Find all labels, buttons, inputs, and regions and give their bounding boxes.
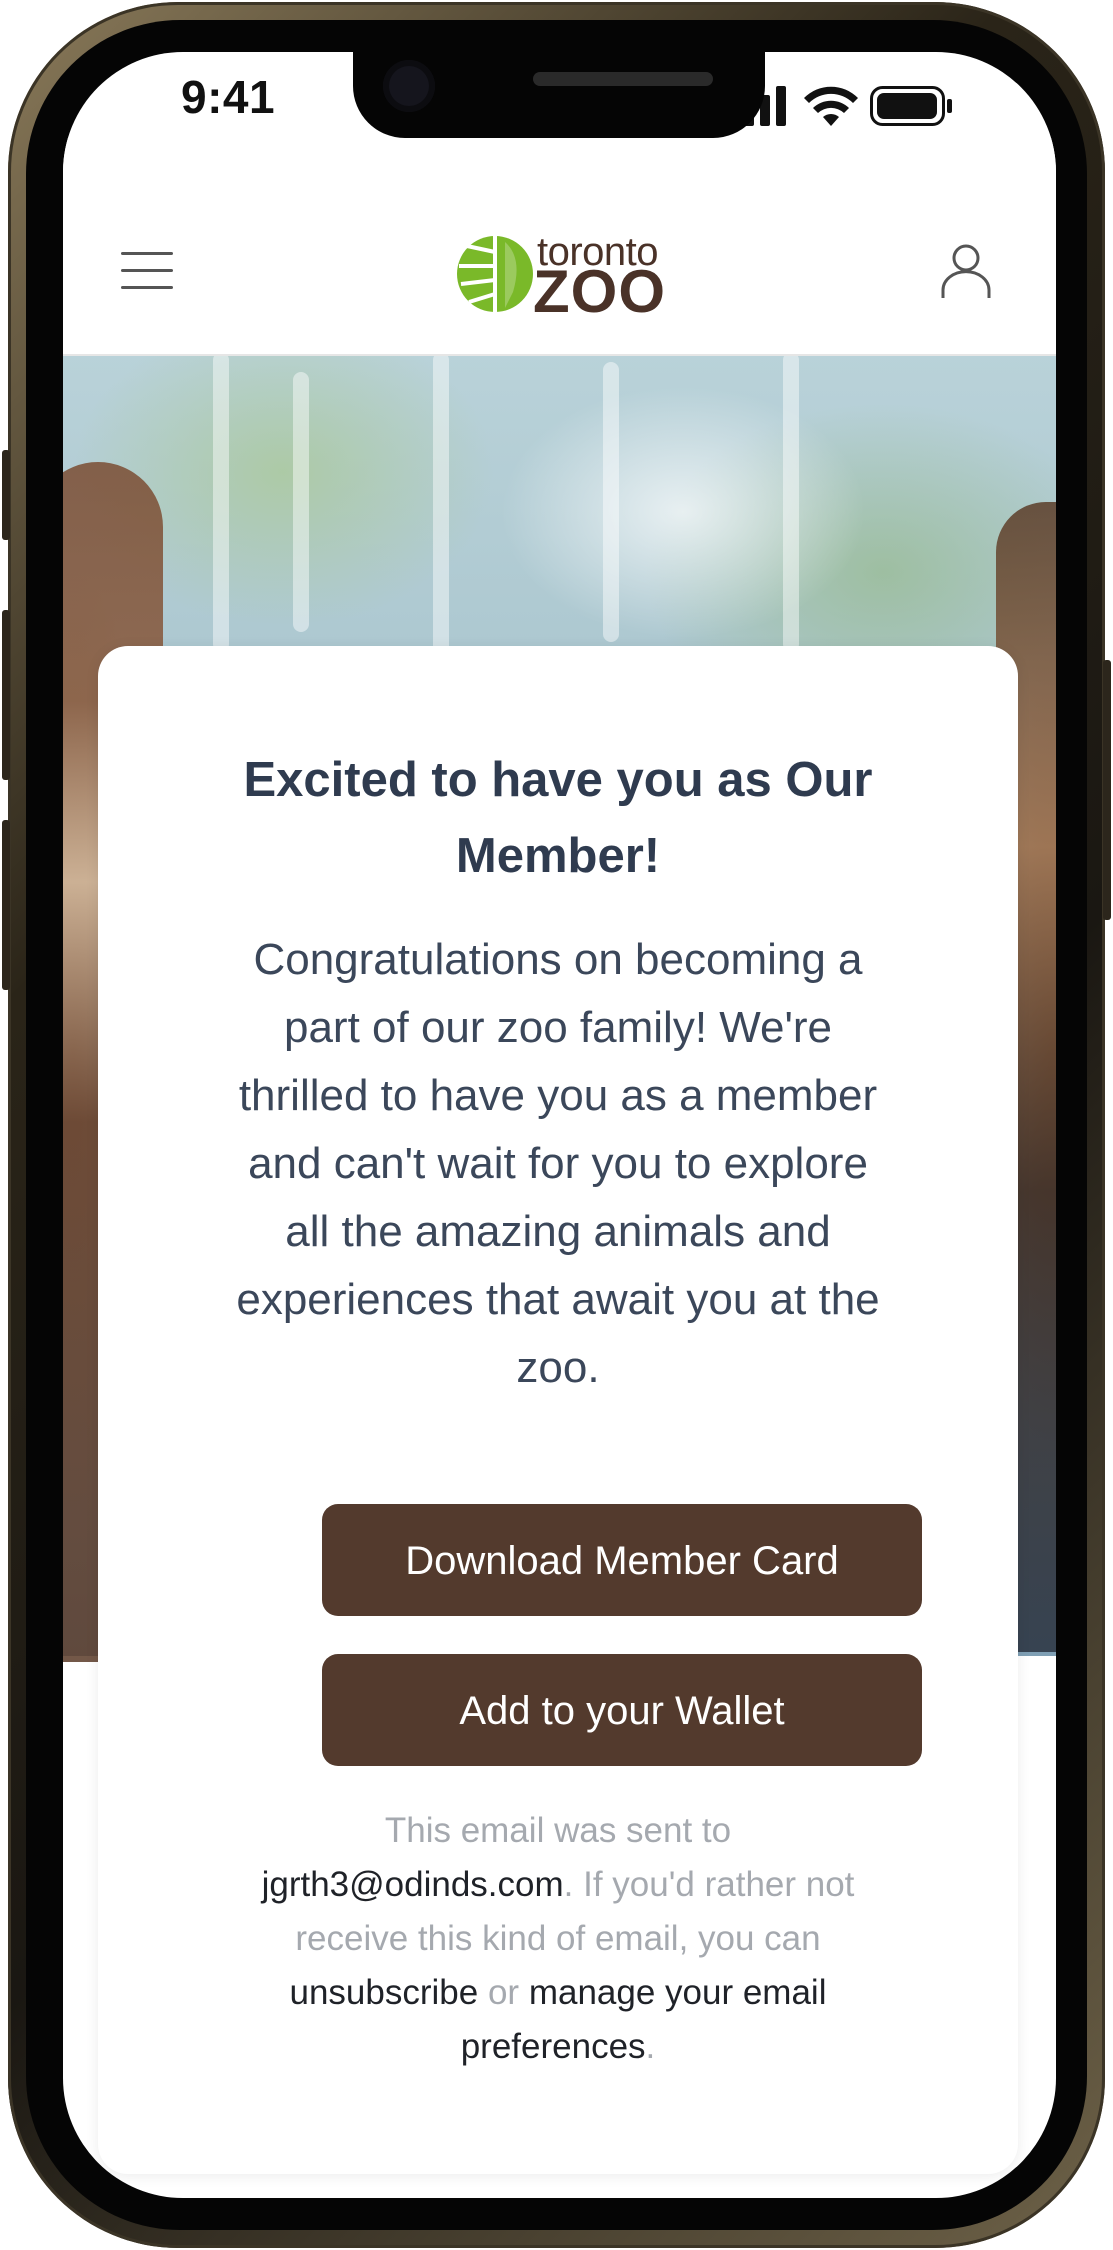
hamburger-menu-icon[interactable] bbox=[121, 252, 173, 290]
card-title: Excited to have you as Our Member! bbox=[243, 753, 873, 883]
wifi-icon bbox=[804, 86, 858, 126]
status-time: 9:41 bbox=[181, 71, 276, 123]
power-button bbox=[1103, 660, 1111, 920]
unsubscribe-link[interactable]: unsubscribe bbox=[290, 1973, 479, 2012]
recipient-email: jgrth3@odinds.com bbox=[261, 1865, 564, 1904]
trailing-period: . bbox=[645, 2027, 656, 2066]
email-footer-note: This email was sent to jgrth3@odinds.com.… bbox=[208, 1804, 908, 2074]
earpiece-speaker bbox=[533, 72, 713, 86]
battery-icon bbox=[870, 86, 952, 126]
toronto-zoo-logo[interactable]: toronto ZOO bbox=[453, 232, 673, 322]
or-text: or bbox=[487, 1973, 520, 2012]
volume-up-button bbox=[2, 610, 10, 780]
card-body-text: Congratulations on becoming a part of ou… bbox=[236, 935, 880, 1392]
user-account-icon[interactable] bbox=[940, 242, 992, 300]
zoo-logo-mark-icon bbox=[457, 236, 533, 312]
add-to-wallet-button[interactable]: Add to your Wallet bbox=[322, 1654, 922, 1766]
logo-text-zoo: ZOO bbox=[533, 258, 666, 325]
notch bbox=[353, 52, 765, 138]
mute-switch bbox=[2, 450, 10, 540]
welcome-card: Excited to have you as Our Member! Congr… bbox=[98, 646, 1018, 2174]
volume-down-button bbox=[2, 820, 10, 990]
phone-screen: 9:41 toronto ZOO Excited to have you as … bbox=[63, 52, 1056, 2198]
download-member-card-button[interactable]: Download Member Card bbox=[322, 1504, 922, 1616]
sent-to-prefix: This email was sent to bbox=[384, 1811, 732, 1850]
